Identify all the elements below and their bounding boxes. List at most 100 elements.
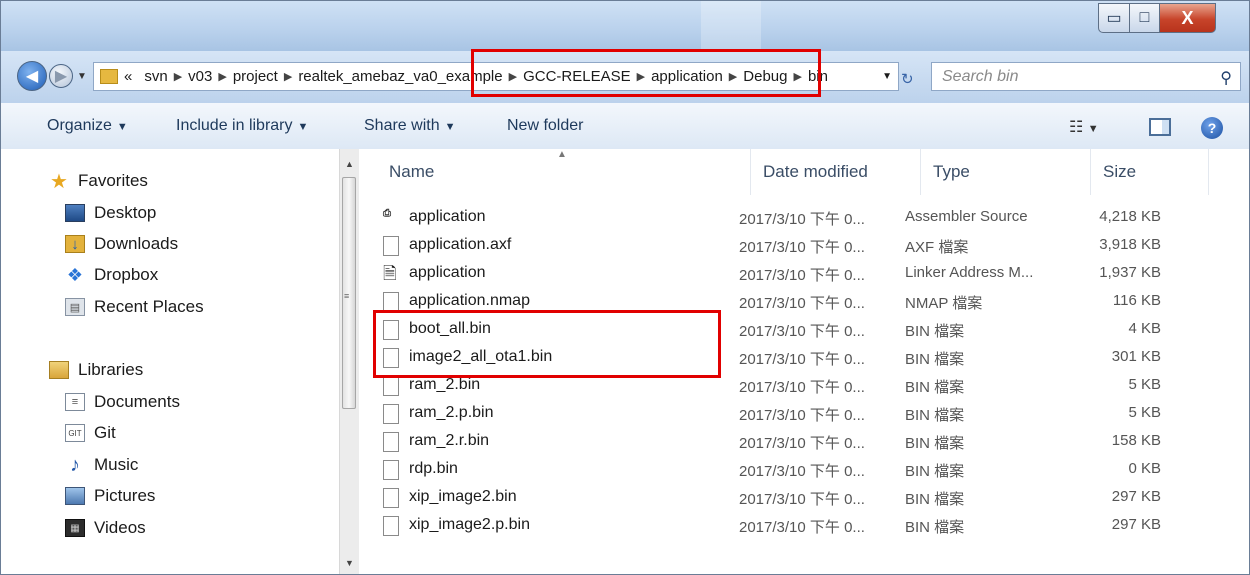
column-size[interactable]: Size: [1091, 149, 1209, 195]
documents-icon: ≡: [65, 393, 85, 411]
column-name[interactable]: Name: [377, 149, 751, 195]
file-icon: [383, 404, 399, 424]
favorites-label: Favorites: [78, 171, 148, 190]
linker-file-icon: 🗎: [383, 261, 399, 283]
file-row[interactable]: ram_2.p.bin 2017/3/10 下午 0... BIN 檔案 5 KB: [359, 399, 1219, 427]
refresh-icon[interactable]: ↻: [901, 70, 914, 88]
minimize-button[interactable]: ▭: [1098, 3, 1130, 33]
file-row[interactable]: 🗎 application 2017/3/10 下午 0... Linker Addr…: [359, 259, 1219, 287]
file-row[interactable]: rdp.bin 2017/3/10 下午 0... BIN 檔案 0 KB: [359, 455, 1219, 483]
file-row[interactable]: xip_image2.bin 2017/3/10 下午 0... BIN 檔案 297…: [359, 483, 1219, 511]
file-type: BIN 檔案: [905, 519, 965, 536]
nav-music[interactable]: ♪ Music: [65, 451, 138, 479]
downloads-label: Downloads: [94, 234, 179, 253]
preview-pane-icon[interactable]: [1149, 118, 1171, 136]
folder-icon: [100, 69, 118, 84]
file-row[interactable]: ⎙ application 2017/3/10 下午 0... Assembler S…: [359, 203, 1219, 231]
nav-git[interactable]: GIT Git: [65, 419, 116, 447]
include-library-menu[interactable]: Include in library ▼: [176, 117, 308, 135]
nav-videos[interactable]: ▦ Videos: [65, 514, 146, 542]
file-size: 297 KB: [1111, 516, 1161, 533]
file-date: 2017/3/10 下午 0...: [739, 463, 865, 480]
column-date-modified[interactable]: Date modified: [751, 149, 921, 195]
nav-desktop[interactable]: Desktop: [65, 199, 156, 227]
nav-recent-places[interactable]: ▤ Recent Places: [65, 293, 204, 321]
file-type: Assembler Source: [905, 208, 1028, 225]
search-icon[interactable]: ⚲: [1220, 68, 1232, 88]
close-button[interactable]: X: [1160, 3, 1216, 33]
desktop-label: Desktop: [94, 203, 157, 222]
crumb-v03[interactable]: v03: [188, 68, 212, 85]
file-icon: [383, 292, 399, 312]
documents-label: Documents: [94, 392, 180, 411]
nav-scrollbar[interactable]: ▲ ≡ ▼: [339, 149, 359, 574]
recent-pages-dropdown[interactable]: ▼: [77, 71, 87, 82]
address-overflow[interactable]: «: [124, 68, 132, 85]
dropbox-label: Dropbox: [94, 265, 159, 284]
git-icon: GIT: [65, 424, 85, 442]
scroll-up-icon[interactable]: ▲: [345, 159, 354, 169]
nav-downloads[interactable]: ↓ Downloads: [65, 230, 178, 258]
nav-libraries[interactable]: Libraries: [49, 356, 143, 384]
file-date: 2017/3/10 下午 0...: [739, 295, 865, 312]
file-icon: [383, 432, 399, 452]
share-with-menu[interactable]: Share with ▼: [364, 117, 455, 135]
address-dropdown-icon[interactable]: ▼: [882, 71, 892, 82]
search-input[interactable]: Search bin ⚲: [931, 62, 1241, 91]
crumb-project[interactable]: project: [233, 68, 278, 85]
file-row[interactable]: xip_image2.p.bin 2017/3/10 下午 0... BIN 檔案 2…: [359, 511, 1219, 539]
file-name: application.axf: [409, 236, 512, 253]
file-icon: [383, 236, 399, 256]
file-type: BIN 檔案: [905, 379, 965, 396]
file-type: BIN 檔案: [905, 323, 965, 340]
file-size: 301 KB: [1111, 348, 1161, 365]
title-bar: ▭ □ X: [1, 1, 1249, 51]
file-size: 4,218 KB: [1099, 208, 1161, 225]
file-type: NMAP 檔案: [905, 295, 983, 312]
nav-dropbox[interactable]: ❖ Dropbox: [65, 261, 158, 289]
file-date: 2017/3/10 下午 0...: [739, 435, 865, 452]
include-label: Include in library: [176, 117, 293, 134]
file-type: BIN 檔案: [905, 351, 965, 368]
view-options-icon[interactable]: ☷ ▼: [1069, 117, 1099, 137]
file-type: BIN 檔案: [905, 435, 965, 452]
file-date: 2017/3/10 下午 0...: [739, 211, 865, 228]
file-date: 2017/3/10 下午 0...: [739, 323, 865, 340]
chevron-right-icon[interactable]: ▶: [174, 70, 182, 83]
help-icon[interactable]: ?: [1201, 117, 1223, 139]
nav-favorites[interactable]: ★ Favorites: [49, 167, 148, 195]
chevron-right-icon[interactable]: ▶: [284, 70, 292, 83]
scroll-down-icon[interactable]: ▼: [345, 558, 354, 568]
music-icon: ♪: [70, 453, 80, 476]
back-arrow-icon: ◀: [25, 68, 39, 85]
new-folder-button[interactable]: New folder: [507, 117, 583, 135]
file-name: application.nmap: [409, 292, 530, 309]
videos-icon: ▦: [65, 519, 85, 537]
chevron-right-icon[interactable]: ▶: [218, 70, 226, 83]
command-bar: Organize ▼ Include in library ▼ Share with…: [1, 103, 1249, 150]
scroll-grip-icon: ≡: [344, 291, 350, 301]
downloads-icon: ↓: [65, 235, 85, 253]
pictures-label: Pictures: [94, 486, 156, 505]
file-row[interactable]: ram_2.r.bin 2017/3/10 下午 0... BIN 檔案 158 KB: [359, 427, 1219, 455]
forward-button[interactable]: ▶: [49, 64, 73, 88]
organize-menu[interactable]: Organize ▼: [47, 117, 128, 135]
nav-pictures[interactable]: Pictures: [65, 482, 155, 510]
file-type: BIN 檔案: [905, 407, 965, 424]
file-icon: [383, 516, 399, 536]
file-type: BIN 檔案: [905, 491, 965, 508]
file-size: 297 KB: [1111, 488, 1161, 505]
file-row[interactable]: application.axf 2017/3/10 下午 0... AXF 檔案 3,…: [359, 231, 1219, 259]
maximize-button[interactable]: □: [1130, 3, 1160, 33]
pictures-icon: [65, 487, 85, 505]
back-button[interactable]: ◀: [17, 61, 47, 91]
recent-places-label: Recent Places: [94, 297, 204, 316]
file-size: 4 KB: [1128, 320, 1161, 337]
file-name: application: [409, 208, 486, 225]
recent-places-icon: ▤: [65, 298, 85, 316]
highlight-box-files: [373, 310, 721, 378]
crumb-svn[interactable]: svn: [144, 68, 167, 85]
column-type[interactable]: Type: [921, 149, 1091, 195]
nav-documents[interactable]: ≡ Documents: [65, 388, 180, 416]
forward-arrow-icon: ▶: [54, 68, 68, 85]
